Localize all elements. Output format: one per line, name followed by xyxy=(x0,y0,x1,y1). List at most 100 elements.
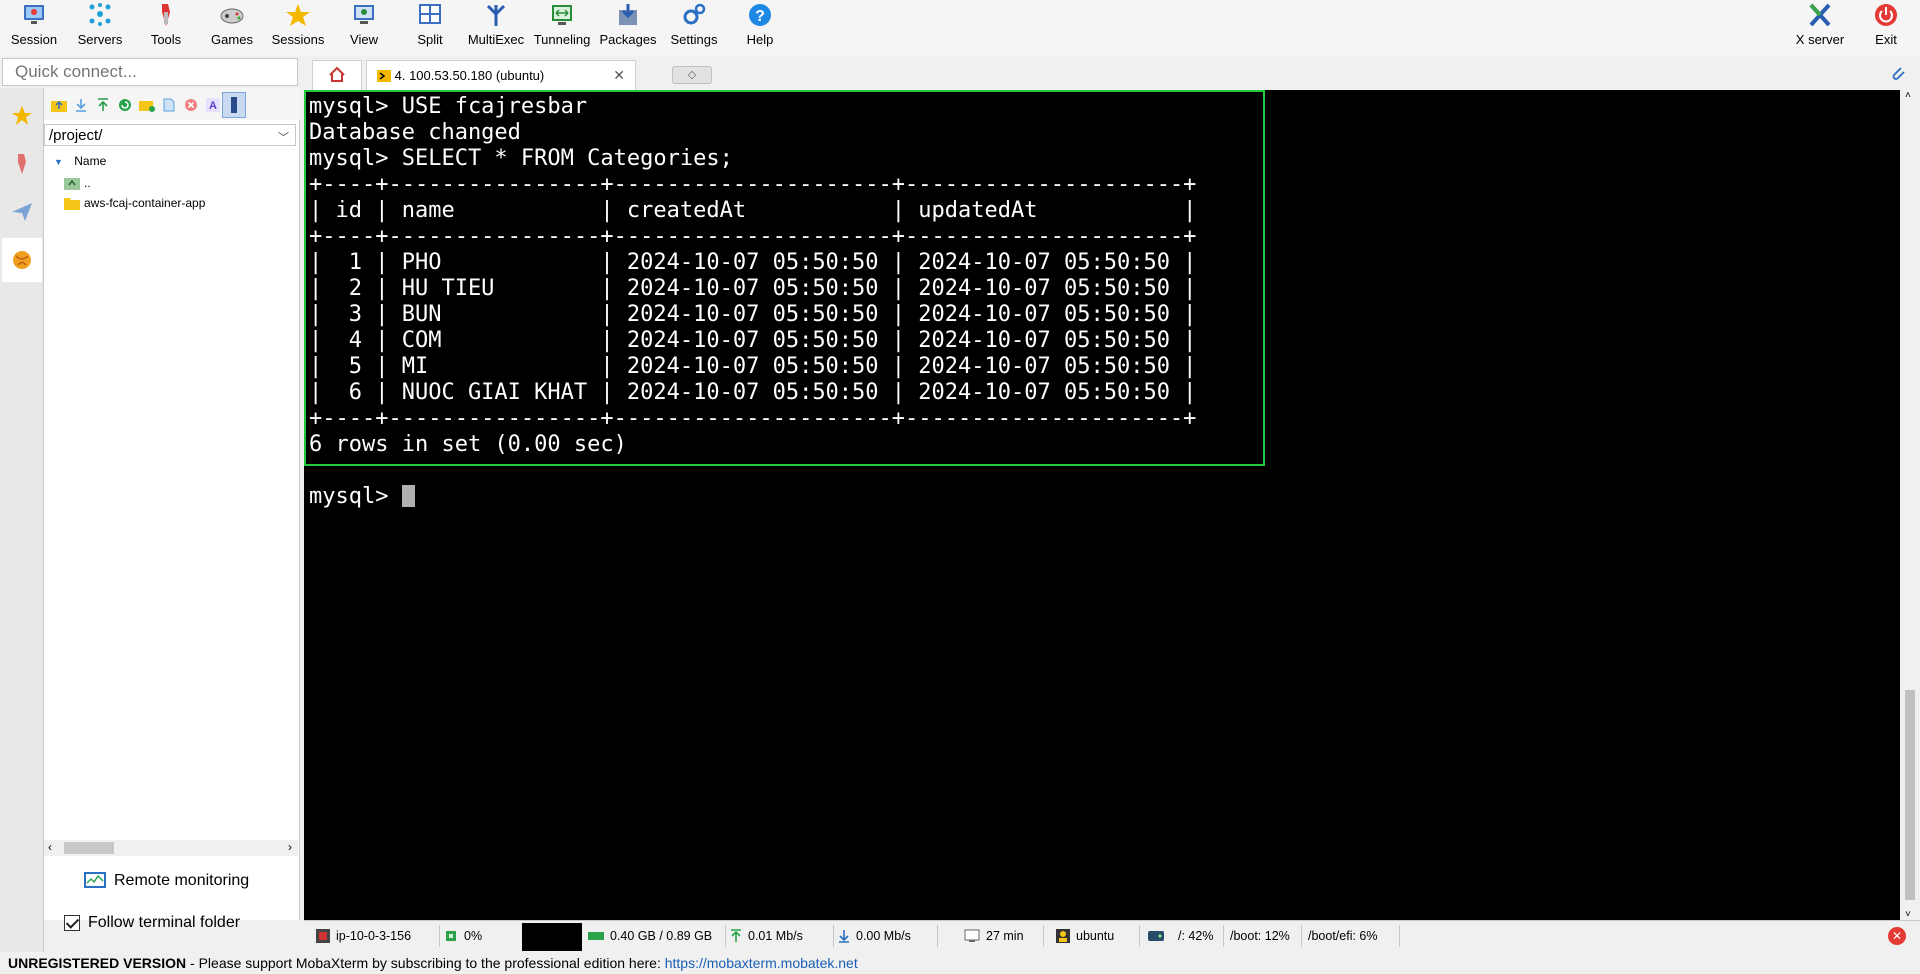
host-icon xyxy=(316,929,330,943)
tree-item-label: aws-fcaj-container-app xyxy=(84,196,206,210)
terminal-line: | 5 | MI | 2024-10-07 05:50:50 | 2024-10… xyxy=(309,354,1197,379)
new-tab-button[interactable]: ◇ xyxy=(672,66,712,84)
new-folder-icon xyxy=(139,101,155,112)
status-memory: 0.40 GB / 0.89 GB xyxy=(588,925,726,947)
cpu-graph xyxy=(522,923,582,951)
tunneling-icon xyxy=(552,5,572,25)
status-cpu: 0% xyxy=(444,925,520,947)
horizontal-scrollbar[interactable]: ‹ › xyxy=(44,840,298,856)
status-host: ip-10-0-3-156 xyxy=(316,925,440,947)
tools-side-icon xyxy=(18,154,26,174)
session-button[interactable]: Session xyxy=(2,2,66,52)
scrollbar-thumb[interactable] xyxy=(64,842,114,854)
upload-button[interactable] xyxy=(94,96,112,114)
status-disk-boot: /boot: 12% xyxy=(1230,925,1302,947)
packages-label: Packages xyxy=(599,32,657,47)
uptime-icon xyxy=(964,929,980,942)
parent-dir-button[interactable] xyxy=(50,96,68,114)
multiexec-icon xyxy=(486,4,506,26)
parent-folder-icon xyxy=(64,178,80,190)
chevron-down-icon: ﹀ xyxy=(278,132,289,144)
terminal-vertical-scrollbar[interactable]: ˄ ˅ xyxy=(1900,90,1920,920)
tab-close-icon[interactable]: ✕ xyxy=(613,67,625,84)
tree-column-header[interactable]: ▼ Name xyxy=(54,154,106,168)
sessions-button[interactable]: Sessions xyxy=(266,2,330,52)
new-folder-button[interactable] xyxy=(138,96,156,114)
cpu-icon xyxy=(446,931,456,941)
collapse-arrow-icon: ▼ xyxy=(54,157,63,167)
tab-session-label: 4. 100.53.50.180 (ubuntu) xyxy=(394,68,545,83)
packages-icon xyxy=(619,4,637,25)
tunneling-button[interactable]: Tunneling xyxy=(530,2,594,52)
terminal-line: | 6 | NUOC GIAI KHAT | 2024-10-07 05:50:… xyxy=(309,380,1197,405)
attach-icon[interactable] xyxy=(1890,64,1906,82)
split-button[interactable]: Split xyxy=(398,2,462,52)
uptime-value: 27 min xyxy=(986,929,1024,943)
disk-boot-efi-value: /boot/efi: 6% xyxy=(1308,929,1378,943)
scroll-right-icon[interactable]: › xyxy=(288,840,292,854)
upload-icon xyxy=(98,98,108,111)
tools-icon xyxy=(162,4,170,26)
mobatek-link[interactable]: https://mobaxterm.mobatek.net xyxy=(665,955,858,971)
servers-button[interactable]: Servers xyxy=(68,2,132,52)
status-upload: 0.01 Mb/s xyxy=(730,925,834,947)
remote-path-dropdown[interactable]: /project/ ﹀ xyxy=(44,124,296,146)
globe-icon xyxy=(13,251,31,269)
servers-label: Servers xyxy=(77,32,123,47)
terminal-line: | 4 | COM | 2024-10-07 05:50:50 | 2024-1… xyxy=(309,328,1197,353)
terminal-scrollbar-thumb[interactable] xyxy=(1905,690,1915,900)
exit-icon xyxy=(1875,4,1897,26)
remote-monitoring-button[interactable]: Remote monitoring xyxy=(84,872,249,890)
follow-terminal-toggle[interactable]: Follow terminal folder xyxy=(64,914,240,932)
tree-item-parent[interactable]: .. xyxy=(64,176,91,190)
remote-monitoring-label: Remote monitoring xyxy=(114,872,250,889)
download-speed-icon xyxy=(839,930,849,943)
tools-button[interactable]: Tools xyxy=(134,2,198,52)
statusbar-close-icon[interactable]: ✕ xyxy=(1888,927,1906,945)
exit-button[interactable]: Exit xyxy=(1854,2,1918,52)
user-value: ubuntu xyxy=(1076,929,1115,943)
help-icon: ? xyxy=(749,4,771,26)
terminal-line: | id | name | createdAt | updatedAt | xyxy=(309,198,1197,223)
view-icon xyxy=(354,5,374,24)
scroll-left-icon[interactable]: ‹ xyxy=(48,840,52,854)
download-icon xyxy=(76,99,86,112)
scroll-down-icon[interactable]: ˅ xyxy=(1905,909,1911,920)
tree-item-folder[interactable]: aws-fcaj-container-app xyxy=(64,196,205,210)
macros-side-button[interactable] xyxy=(2,190,42,234)
settings-button[interactable]: Settings xyxy=(662,2,726,52)
multiexec-button[interactable]: MultiExec xyxy=(464,2,528,52)
refresh-button[interactable] xyxy=(116,96,134,114)
name-column-label: Name xyxy=(74,154,107,168)
quick-connect-input[interactable] xyxy=(2,58,298,86)
disk-icon xyxy=(1148,931,1164,941)
view-button[interactable]: View xyxy=(332,2,396,52)
terminal-bar-icon xyxy=(231,97,237,113)
split-label: Split xyxy=(417,32,443,47)
rename-button[interactable]: A xyxy=(204,96,222,114)
scroll-up-icon[interactable]: ˄ xyxy=(1905,90,1911,101)
help-button[interactable]: ? Help xyxy=(728,2,792,52)
x-server-label: X server xyxy=(1795,32,1845,47)
sftp-side-button[interactable] xyxy=(2,238,42,282)
tab-home[interactable] xyxy=(312,60,362,90)
refresh-icon xyxy=(119,99,131,111)
view-label: View xyxy=(350,32,378,47)
tools-side-button[interactable] xyxy=(2,142,42,186)
follow-terminal-checkbox[interactable] xyxy=(64,915,80,931)
terminal-output[interactable]: mysql> USE fcajresbar Database changed mys… xyxy=(304,90,1900,920)
packages-button[interactable]: Packages xyxy=(596,2,660,52)
new-file-button[interactable] xyxy=(160,96,178,114)
new-tab-icon: ◇ xyxy=(687,69,697,81)
games-button[interactable]: Games xyxy=(200,2,264,52)
download-button[interactable] xyxy=(72,96,90,114)
x-server-icon xyxy=(1809,3,1831,27)
terminal-line: | 1 | PHO | 2024-10-07 05:50:50 | 2024-1… xyxy=(309,250,1197,275)
x-server-button[interactable]: X server xyxy=(1788,2,1852,52)
terminal-line: | 3 | BUN | 2024-10-07 05:50:50 | 2024-1… xyxy=(309,302,1197,327)
favorites-side-button[interactable] xyxy=(2,94,42,138)
tab-session-active[interactable]: 4. 100.53.50.180 (ubuntu) ✕ xyxy=(366,60,636,90)
follow-toggle-button[interactable] xyxy=(222,92,246,118)
delete-button[interactable] xyxy=(182,96,200,114)
